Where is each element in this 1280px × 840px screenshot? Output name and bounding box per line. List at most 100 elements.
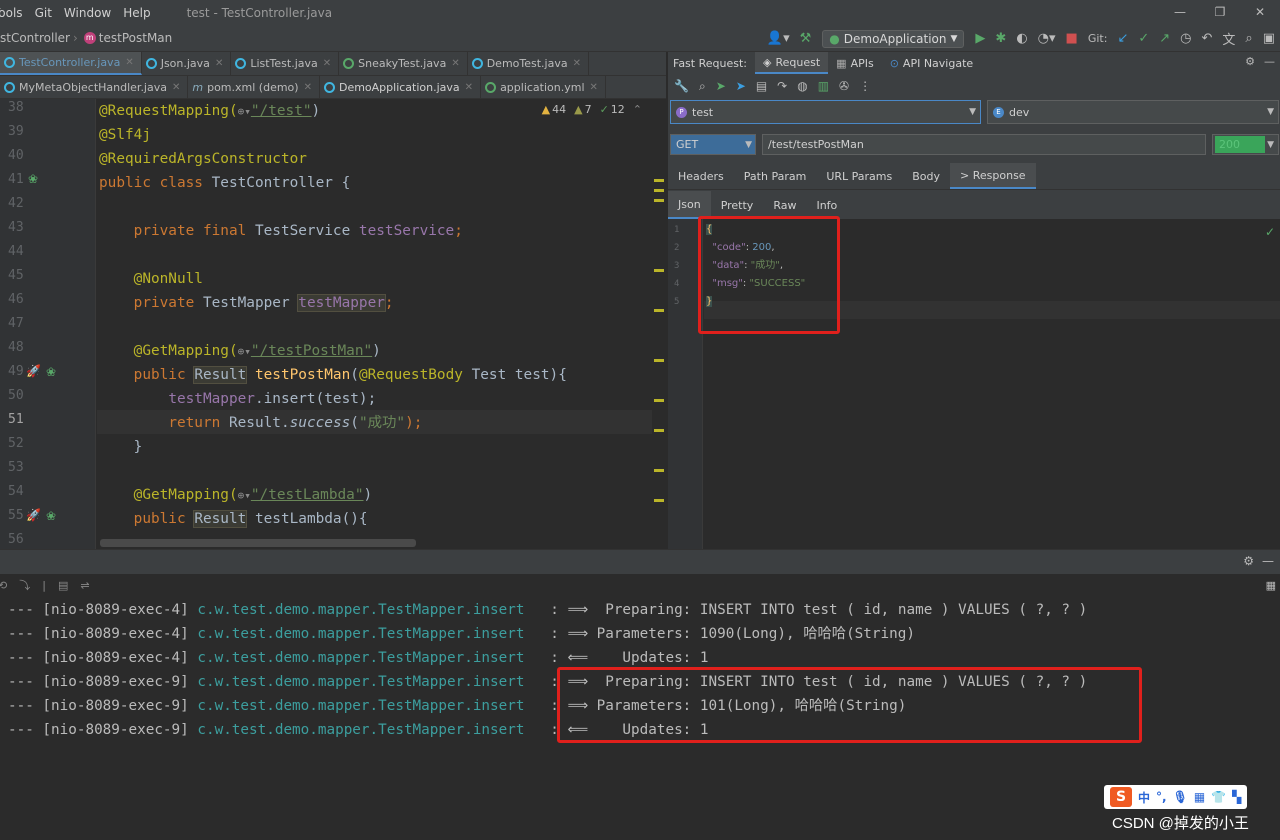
search-icon[interactable]: ⌕ <box>699 79 706 94</box>
gear-icon[interactable]: ⚙ <box>1245 55 1255 68</box>
menu-window[interactable]: Window <box>64 6 111 20</box>
send-icon[interactable]: ➤ <box>716 79 726 93</box>
menu-git[interactable]: Git <box>35 6 52 20</box>
breadcrumb-method[interactable]: testPostMan <box>99 31 172 45</box>
format-tabs: Json Pretty Raw Info <box>668 191 1280 219</box>
annotation-box-console <box>557 667 1142 743</box>
tab-json[interactable]: Json.java ✕ <box>142 52 232 75</box>
tab-pretty[interactable]: Pretty <box>711 191 764 219</box>
git-update-icon[interactable]: ↙ <box>1117 31 1128 46</box>
minimize-button[interactable]: — <box>1160 0 1200 25</box>
git-commit-icon[interactable]: ✓ <box>1138 31 1149 46</box>
print-icon[interactable]: ▦ <box>1266 579 1276 592</box>
apis-icon: ▦ <box>836 56 847 70</box>
restart-icon[interactable]: ⟲ <box>0 579 7 592</box>
git-rollback-icon[interactable]: ↶ <box>1202 31 1213 46</box>
more-icon[interactable]: ⋮ <box>859 79 871 93</box>
tab-sneakytest[interactable]: SneakyTest.java ✕ <box>339 52 468 75</box>
tab-raw[interactable]: Raw <box>763 191 806 219</box>
minimize-panel-icon[interactable]: — <box>1264 55 1275 68</box>
line-number: 46 <box>8 292 24 307</box>
tab-url-params[interactable]: URL Params <box>816 163 902 189</box>
tab-testcontroller[interactable]: TestController.java ✕ <box>0 52 142 75</box>
translate-icon[interactable]: 文 <box>1222 29 1235 48</box>
tab-apis[interactable]: ▦ APIs <box>828 52 882 74</box>
tab-demoapplication[interactable]: DemoApplication.java ✕ <box>320 76 482 98</box>
send-download-icon[interactable]: ➤ <box>736 79 746 93</box>
horizontal-scrollbar[interactable] <box>100 539 416 547</box>
minimize-panel-icon[interactable]: — <box>1262 554 1274 568</box>
run-config-select[interactable]: ● DemoApplication ▼ <box>822 29 965 48</box>
menu-help[interactable]: Help <box>123 6 150 20</box>
maximize-button[interactable]: ❐ <box>1200 0 1240 25</box>
menu-tools[interactable]: Tools <box>0 6 23 20</box>
pin-icon[interactable]: ✇ <box>839 79 849 93</box>
http-method-select[interactable]: GET ▼ <box>670 134 756 155</box>
line-number: 45 <box>8 268 24 283</box>
fast-request-rocket-icon[interactable]: 🚀 <box>26 508 41 522</box>
tab-mymetaobjecthandler[interactable]: MyMetaObjectHandler.java ✕ <box>0 76 189 98</box>
ime-toolbar[interactable]: S 中 °, 🎙 ▦ 👕 ▚ <box>1104 785 1248 809</box>
editor-tabs-row-1: TestController.java ✕ Json.java ✕ ListTe… <box>0 52 666 76</box>
spring-endpoint-icon[interactable]: ❀ <box>46 509 56 523</box>
close-icon[interactable]: ✕ <box>573 58 581 69</box>
save-icon[interactable]: ▤ <box>756 79 767 93</box>
build-hammer-icon[interactable]: ⚒ <box>800 31 812 46</box>
tab-info[interactable]: Info <box>806 191 847 219</box>
stop-console-icon[interactable]: ⤵ <box>19 577 30 593</box>
git-push-icon[interactable]: ↗ <box>1159 31 1170 46</box>
line-number: 49 <box>8 364 24 379</box>
close-icon[interactable]: ✕ <box>323 58 331 69</box>
code-editor[interactable]: 38 39 40 41 42 43 44 45 46 47 48 49 50 5… <box>0 99 666 549</box>
project-select[interactable]: P test ▼ <box>670 100 981 124</box>
settings-plugin-icon[interactable]: ▣ <box>1263 31 1275 46</box>
git-history-icon[interactable]: ◷ <box>1180 31 1191 46</box>
tab-demotest[interactable]: DemoTest.java ✕ <box>468 52 589 75</box>
wrench-icon[interactable]: 🔧 <box>674 79 689 93</box>
menu-bar: Tools Git Window Help test - TestControl… <box>0 0 1280 25</box>
tab-pom[interactable]: m pom.xml (demo) ✕ <box>188 76 320 98</box>
close-icon[interactable]: ✕ <box>125 57 133 68</box>
java-class-icon <box>4 57 15 68</box>
debug-icon[interactable]: ✱ <box>995 31 1006 46</box>
spring-bean-icon[interactable]: ❀ <box>28 172 38 186</box>
close-icon[interactable]: ✕ <box>304 82 312 93</box>
tab-api-navigate[interactable]: ⊙ API Navigate <box>882 52 981 74</box>
spring-endpoint-icon[interactable]: ❀ <box>46 365 56 379</box>
doc-icon[interactable]: ▥ <box>818 79 829 93</box>
close-icon[interactable]: ✕ <box>215 58 223 69</box>
inspection-widget[interactable]: ▲ 44 ▲ 7 ✓ 12 ⌃ <box>542 103 642 116</box>
close-icon[interactable]: ✕ <box>451 58 459 69</box>
editor-tabs-row-2: MyMetaObjectHandler.java ✕ m pom.xml (de… <box>0 76 666 99</box>
warning-mark <box>654 189 664 192</box>
tab-request[interactable]: ◈ Request <box>755 52 829 74</box>
tab-json-format[interactable]: Json <box>668 191 711 219</box>
tab-applicationyml[interactable]: application.yml ✕ <box>481 76 606 98</box>
tab-path-param[interactable]: Path Param <box>734 163 817 189</box>
profile-icon[interactable]: ◔▾ <box>1038 31 1056 46</box>
fast-request-rocket-icon[interactable]: 🚀 <box>26 364 41 378</box>
redirect-icon[interactable]: ↷ <box>777 79 787 93</box>
tab-response[interactable]: > Response <box>950 163 1036 189</box>
tab-listtest[interactable]: ListTest.java ✕ <box>231 52 340 75</box>
gear-icon[interactable]: ⚙ <box>1243 554 1254 568</box>
env-select[interactable]: E dev ▼ <box>987 100 1279 124</box>
breadcrumb-class[interactable]: stController <box>0 31 70 45</box>
postman-icon[interactable]: ◍ <box>797 79 807 93</box>
line-number: 41 <box>8 172 24 187</box>
close-window-button[interactable]: ✕ <box>1240 0 1280 25</box>
coverage-icon[interactable]: ◐ <box>1016 31 1027 46</box>
close-icon[interactable]: ✕ <box>465 82 473 93</box>
tab-headers[interactable]: Headers <box>668 163 734 189</box>
layout-icon[interactable]: ▤ <box>58 579 68 592</box>
stop-icon[interactable]: ■ <box>1066 31 1078 46</box>
url-input[interactable]: /test/testPostMan <box>762 134 1206 155</box>
close-icon[interactable]: ✕ <box>590 82 598 93</box>
tab-body[interactable]: Body <box>902 163 950 189</box>
search-icon[interactable]: ⌕ <box>1245 31 1252 46</box>
run-icon[interactable]: ▶ <box>975 31 985 46</box>
filter-icon[interactable]: ⇌ <box>80 579 89 592</box>
user-icon[interactable]: 👤▾ <box>767 31 790 46</box>
close-icon[interactable]: ✕ <box>172 82 180 93</box>
chevron-up-icon[interactable]: ⌃ <box>633 103 642 116</box>
